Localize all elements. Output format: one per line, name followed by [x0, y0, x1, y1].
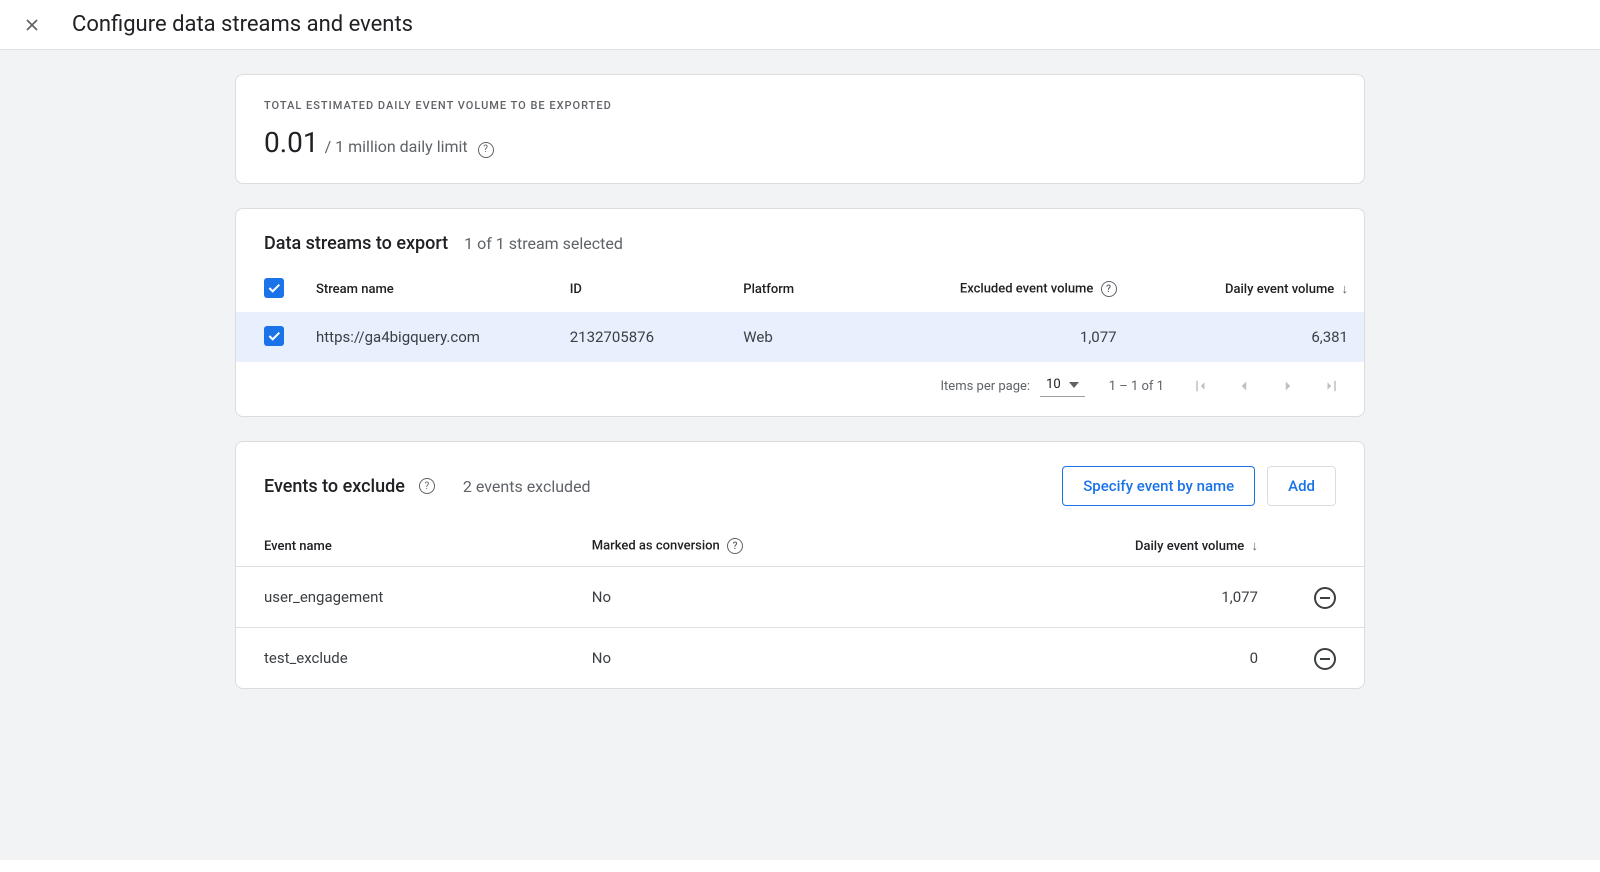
- add-button[interactable]: Add: [1267, 466, 1336, 506]
- sort-desc-icon: ↓: [1342, 281, 1349, 297]
- exclude-row: test_exclude No 0: [236, 628, 1364, 689]
- col-id[interactable]: ID: [554, 266, 728, 312]
- help-icon[interactable]: ?: [419, 478, 435, 494]
- col-stream-name[interactable]: Stream name: [300, 266, 554, 312]
- streams-table: Stream name ID Platform Excluded event v…: [236, 266, 1364, 362]
- event-name: test_exclude: [236, 628, 564, 689]
- prev-page-button[interactable]: [1232, 374, 1256, 398]
- event-daily: 0: [951, 628, 1286, 689]
- event-name: user_engagement: [236, 567, 564, 628]
- col-daily-volume[interactable]: Daily event volume ↓: [951, 526, 1286, 567]
- last-page-button[interactable]: [1320, 374, 1344, 398]
- events-exclude-card: Events to exclude ? 2 events excluded Sp…: [235, 441, 1365, 689]
- close-button[interactable]: [20, 13, 44, 37]
- streams-subtitle: 1 of 1 stream selected: [464, 234, 623, 253]
- streams-title: Data streams to export: [264, 233, 448, 254]
- col-event-name[interactable]: Event name: [236, 526, 564, 567]
- col-marked-conversion[interactable]: Marked as conversion ?: [564, 526, 951, 567]
- sort-desc-icon: ↓: [1252, 538, 1259, 554]
- exclude-subtitle: 2 events excluded: [463, 477, 591, 496]
- help-icon[interactable]: ?: [478, 142, 494, 158]
- chevron-down-icon: [1069, 382, 1079, 388]
- remove-icon[interactable]: [1314, 587, 1336, 609]
- stream-name: https://ga4bigquery.com: [300, 312, 554, 362]
- page-title: Configure data streams and events: [72, 12, 413, 37]
- streams-pagination: Items per page: 10 1 – 1 of 1: [236, 362, 1364, 416]
- dialog-header: Configure data streams and events: [0, 0, 1600, 50]
- col-daily-volume[interactable]: Daily event volume ↓: [1133, 266, 1364, 312]
- event-daily: 1,077: [951, 567, 1286, 628]
- volume-value: 0.01: [264, 126, 319, 159]
- stream-daily: 6,381: [1133, 312, 1364, 362]
- close-icon: [22, 15, 42, 35]
- pagination-range: 1 – 1 of 1: [1109, 379, 1164, 394]
- volume-suffix: / 1 million daily limit: [325, 137, 468, 156]
- stream-checkbox[interactable]: [264, 326, 284, 346]
- page-body: TOTAL ESTIMATED DAILY EVENT VOLUME TO BE…: [0, 50, 1600, 860]
- event-conversion: No: [564, 567, 951, 628]
- help-icon[interactable]: ?: [727, 538, 743, 554]
- streams-card: Data streams to export 1 of 1 stream sel…: [235, 208, 1365, 417]
- col-excluded-volume[interactable]: Excluded event volume ?: [851, 266, 1133, 312]
- specify-event-button[interactable]: Specify event by name: [1062, 466, 1255, 506]
- select-all-checkbox[interactable]: [264, 278, 284, 298]
- stream-row[interactable]: https://ga4bigquery.com 2132705876 Web 1…: [236, 312, 1364, 362]
- exclude-row: user_engagement No 1,077: [236, 567, 1364, 628]
- help-icon[interactable]: ?: [1101, 281, 1117, 297]
- stream-id: 2132705876: [554, 312, 728, 362]
- stream-excluded: 1,077: [851, 312, 1133, 362]
- first-page-button[interactable]: [1188, 374, 1212, 398]
- next-page-button[interactable]: [1276, 374, 1300, 398]
- exclude-table: Event name Marked as conversion ? Daily …: [236, 526, 1364, 688]
- stream-platform: Web: [727, 312, 851, 362]
- remove-icon[interactable]: [1314, 648, 1336, 670]
- items-per-page-label: Items per page:: [941, 379, 1031, 394]
- event-conversion: No: [564, 628, 951, 689]
- volume-card: TOTAL ESTIMATED DAILY EVENT VOLUME TO BE…: [235, 74, 1365, 184]
- volume-label: TOTAL ESTIMATED DAILY EVENT VOLUME TO BE…: [264, 99, 1336, 112]
- exclude-title: Events to exclude: [264, 476, 405, 497]
- items-per-page-select[interactable]: 10: [1040, 375, 1085, 397]
- col-platform[interactable]: Platform: [727, 266, 851, 312]
